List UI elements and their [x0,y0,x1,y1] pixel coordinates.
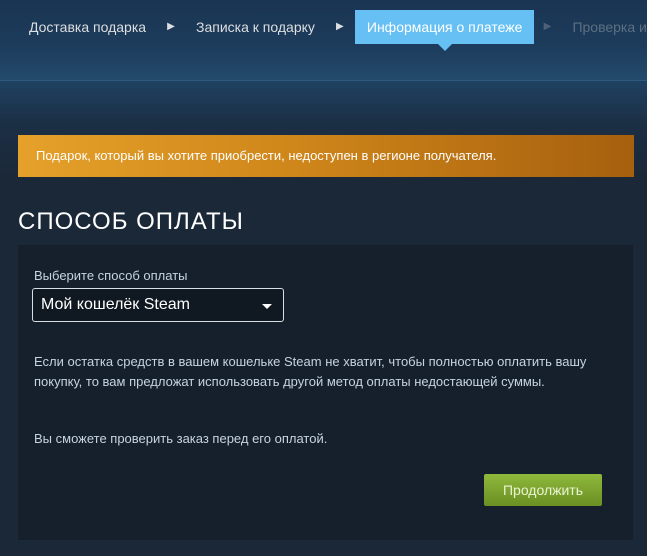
triangle-right-icon: ▶ [543,21,552,32]
top-bar: Доставка подарка ▶ Записка к подарку ▶ И… [0,0,647,80]
breadcrumb: Доставка подарка ▶ Записка к подарку ▶ И… [0,10,647,51]
region-warning-banner: Подарок, который вы хотите приобрести, н… [18,135,634,177]
step-gift-delivery[interactable]: Доставка подарка [0,10,158,44]
payment-panel: Выберите способ оплаты Мой кошелёк Steam… [18,245,633,540]
step-review: Проверка и пок [572,19,647,35]
step-gift-note[interactable]: Записка к подарку [184,10,327,44]
payment-method-label: Выберите способ оплаты [34,268,188,283]
triangle-right-icon: ▶ [336,21,344,32]
review-note: Вы сможете проверить заказ перед его опл… [34,431,328,446]
continue-button[interactable]: Продолжить [484,474,602,506]
chevron-down-icon [262,304,272,309]
payment-method-select[interactable]: Мой кошелёк Steam [32,288,284,322]
payment-method-value: Мой кошелёк Steam [41,296,190,313]
page-title: СПОСОБ ОПЛАТЫ [18,208,244,235]
wallet-balance-note: Если остатка средств в вашем кошельке St… [34,354,587,389]
step-payment-info[interactable]: Информация о платеже [354,10,535,51]
triangle-right-icon: ▶ [167,21,175,32]
